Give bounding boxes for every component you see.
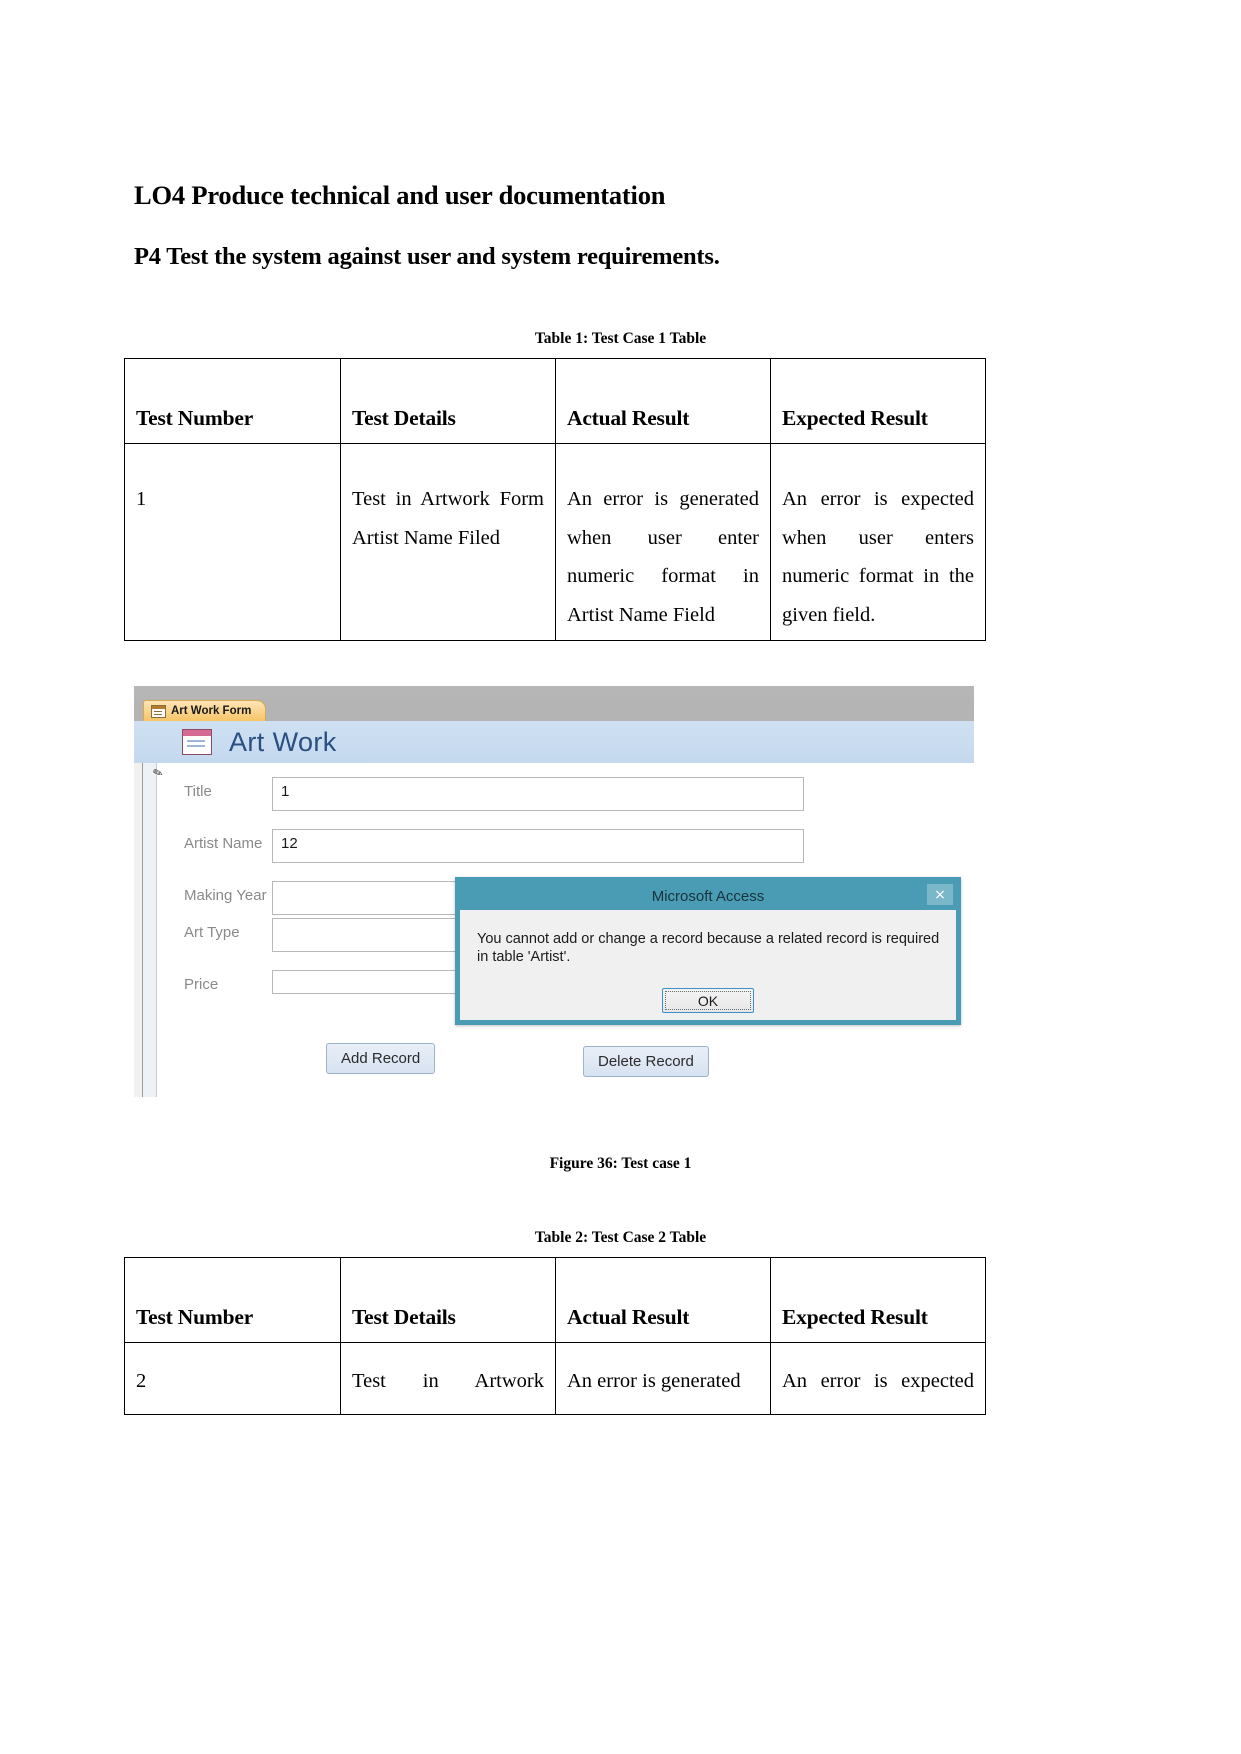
header-cell-actual-result: Actual Result <box>555 1257 771 1343</box>
cell-text: 1 <box>136 488 147 510</box>
table-header-row: Test Number Test Details Actual Result E… <box>124 358 986 444</box>
cell-text: Test in Artwork <box>352 1370 544 1392</box>
record-selector-gutter[interactable] <box>134 763 143 1097</box>
cell-text: An error is expected <box>782 1370 974 1392</box>
dialog-content: You cannot add or change a record becaus… <box>460 910 956 1020</box>
tab-label: Art Work Form <box>171 705 252 717</box>
form-logo-icon <box>182 729 212 755</box>
table1-caption: Table 1: Test Case 1 Table <box>534 330 707 347</box>
header-cell-test-details: Test Details <box>340 1257 556 1343</box>
table-row: 2 Test in Artwork An error is generated … <box>124 1342 986 1415</box>
table-header-row: Test Number Test Details Actual Result E… <box>124 1257 986 1343</box>
dialog-message: You cannot add or change a record becaus… <box>477 931 940 965</box>
field-value: 12 <box>281 835 298 852</box>
screenshot-top-bar <box>134 686 974 699</box>
cell-text: An error is expected when user enters nu… <box>782 488 974 626</box>
cell-text: Test in Artwork Form Artist Name Filed <box>352 488 544 549</box>
record-indicator-bar: ✎ <box>143 763 165 1097</box>
table-row: 1 Test in Artwork Form Artist Name Filed… <box>124 443 986 641</box>
cell-test-number: 1 <box>124 443 341 641</box>
cell-test-number: 2 <box>124 1342 341 1415</box>
field-value: 1 <box>281 783 290 800</box>
test-case-1-table: Test Number Test Details Actual Result E… <box>124 358 986 641</box>
cell-text: An error is generated <box>567 1370 741 1392</box>
tab-art-work-form[interactable]: Art Work Form <box>143 700 267 721</box>
pencil-edit-icon: ✎ <box>150 764 166 782</box>
header-cell-actual-result: Actual Result <box>555 358 771 444</box>
page-heading-p4: P4 Test the system against user and syst… <box>134 243 720 270</box>
ok-label: OK <box>697 992 719 1009</box>
header-label: Expected Result <box>782 1305 928 1329</box>
title-input[interactable]: 1 <box>272 777 804 811</box>
header-cell-test-number: Test Number <box>124 358 341 444</box>
cell-actual-result: An error is generated when user enter nu… <box>555 443 771 641</box>
header-cell-expected-result: Expected Result <box>770 358 986 444</box>
page-heading-lo4: LO4 Produce technical and user documenta… <box>134 180 666 210</box>
artist-name-input[interactable]: 12 <box>272 829 804 863</box>
form-header-band: Art Work <box>134 721 974 763</box>
header-cell-test-number: Test Number <box>124 1257 341 1343</box>
cell-text: An error is generated when user enter nu… <box>567 488 759 626</box>
dialog-ok-button[interactable]: OK <box>662 988 754 1013</box>
header-label: Test Number <box>136 1305 254 1329</box>
table2-caption: Table 2: Test Case 2 Table <box>534 1229 707 1246</box>
add-record-button[interactable]: Add Record <box>326 1043 436 1074</box>
header-label: Test Number <box>136 406 254 430</box>
header-label: Actual Result <box>567 1305 690 1329</box>
delete-record-button[interactable]: Delete Record <box>583 1046 709 1077</box>
header-cell-test-details: Test Details <box>340 358 556 444</box>
dialog-title-bar: Microsoft Access × <box>460 882 956 910</box>
cell-test-details: Test in Artwork Form Artist Name Filed <box>340 443 556 641</box>
cell-actual-result: An error is generated <box>555 1342 771 1415</box>
header-label: Test Details <box>352 406 456 430</box>
form-title: Art Work <box>229 726 337 757</box>
test-case-2-table: Test Number Test Details Actual Result E… <box>124 1257 986 1415</box>
dialog-title: Microsoft Access <box>651 887 765 905</box>
figure-caption: Figure 36: Test case 1 <box>549 1155 692 1172</box>
document-tab-strip: Art Work Form <box>134 699 974 721</box>
cell-expected-result: An error is expected <box>770 1342 986 1415</box>
header-cell-expected-result: Expected Result <box>770 1257 986 1343</box>
cell-expected-result: An error is expected when user enters nu… <box>770 443 986 641</box>
microsoft-access-dialog: Microsoft Access × You cannot add or cha… <box>455 877 961 1025</box>
header-label: Test Details <box>352 1305 456 1329</box>
header-label: Expected Result <box>782 406 928 430</box>
header-label: Actual Result <box>567 406 690 430</box>
form-icon <box>151 704 166 718</box>
cell-test-details: Test in Artwork <box>340 1342 556 1415</box>
cell-text: 2 <box>136 1370 147 1392</box>
document-page: LO4 Produce technical and user documenta… <box>0 0 1241 1754</box>
close-icon[interactable]: × <box>927 884 953 905</box>
